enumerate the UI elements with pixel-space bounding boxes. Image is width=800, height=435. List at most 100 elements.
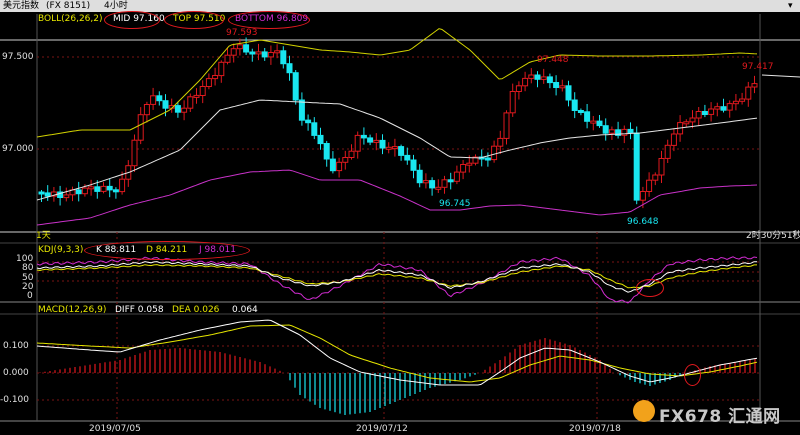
candle-up [143, 104, 150, 116]
candle-up [131, 139, 138, 167]
kdj-title: KDJ(9,3,3) [38, 245, 84, 255]
candle-up [119, 178, 126, 193]
candle-up [199, 86, 206, 96]
candle-down [317, 134, 324, 145]
candle-down [162, 100, 169, 109]
candle-down [243, 44, 250, 53]
candle-down [329, 158, 336, 172]
candle-down [323, 143, 330, 160]
candle-up [453, 171, 460, 182]
highlight-ring-kdj [84, 241, 250, 260]
candle-down [584, 111, 591, 122]
candle-up [683, 121, 690, 125]
watermark-logo-icon [633, 400, 655, 422]
candle-up [236, 44, 243, 50]
candle-up [751, 83, 758, 88]
boll-lines [36, 28, 800, 226]
candle-down [534, 74, 541, 80]
candle-down [75, 189, 82, 195]
price-tick-97500: 97.500 [2, 52, 34, 62]
candle-up [88, 186, 95, 190]
candle-up [621, 128, 628, 136]
candle-down [720, 106, 727, 111]
macd-dea-value: DEA 0.026 [172, 305, 220, 315]
bar-countdown: 2时30分51秒 [746, 231, 800, 241]
candle-down [305, 119, 312, 124]
price-tick-97000: 97.000 [2, 144, 34, 154]
annotation-high-2: 97.448 [537, 55, 569, 65]
candle-up [540, 76, 547, 80]
candle-down [596, 120, 603, 127]
candle-up [385, 146, 392, 150]
candle-up [342, 157, 349, 163]
candle-down [701, 111, 708, 115]
candle-down [577, 110, 584, 113]
candle-up [435, 186, 442, 190]
candle-down [404, 154, 411, 161]
candle-up [354, 134, 361, 152]
candle-down [298, 99, 305, 121]
annotation-low-1: 96.745 [439, 199, 471, 209]
candle-up [664, 144, 671, 159]
watermark-text: FX678 汇通网 [659, 407, 781, 427]
candle-up [100, 185, 107, 192]
candle-up [230, 48, 237, 56]
candle-down [602, 125, 609, 134]
candle-down [546, 76, 553, 84]
kdj-tick-0: 0 [27, 291, 33, 301]
kdj-tick-80: 80 [22, 263, 34, 273]
candle-down [379, 139, 386, 149]
candle-up [497, 137, 504, 147]
candle-up [708, 108, 715, 115]
candle-down [311, 122, 318, 136]
candle-up [528, 74, 535, 79]
candle-down [553, 82, 560, 88]
macd-diff-value: DIFF 0.058 [115, 305, 164, 315]
candle-down [174, 105, 181, 113]
candle-up [422, 180, 429, 184]
candle-up [726, 103, 733, 111]
candle-up [267, 52, 274, 58]
candle-up [590, 120, 597, 124]
date-label-1: 2019/07/05 [89, 424, 141, 434]
candle-up [745, 86, 752, 100]
candle-up [689, 117, 696, 123]
candle-down [156, 95, 163, 102]
candle-up [559, 85, 566, 89]
candle-up [218, 61, 225, 77]
candle-up [63, 194, 70, 199]
candle-up [460, 164, 467, 173]
last-price-marker [761, 74, 800, 78]
candle-up [274, 50, 281, 54]
chart-canvas[interactable] [0, 0, 800, 435]
boll-top-line [36, 28, 758, 138]
candle-up [187, 96, 194, 109]
candle-up [348, 150, 355, 158]
candle-up [336, 161, 343, 172]
candle-down [633, 132, 640, 201]
candle-up [515, 85, 522, 93]
candle-down [627, 128, 634, 134]
candlesticks [38, 37, 758, 209]
candle-up [608, 129, 615, 134]
candle-up [695, 111, 702, 119]
candle-up [193, 94, 200, 98]
candle-up [646, 179, 653, 192]
candle-up [466, 162, 473, 166]
candle-up [212, 75, 219, 80]
candle-up [522, 77, 529, 87]
date-label-3: 2019/07/18 [569, 424, 621, 434]
candle-down [286, 63, 293, 74]
candle-down [484, 157, 491, 161]
watermark: FX678 汇通网 [633, 398, 793, 427]
candle-down [106, 185, 113, 191]
candle-up [181, 107, 188, 113]
candle-down [447, 179, 454, 183]
highlight-ring-bottom [228, 11, 310, 29]
candle-down [38, 191, 45, 195]
candle-down [410, 159, 417, 171]
candle-down [367, 137, 374, 143]
candle-down [429, 180, 436, 189]
candle-up [714, 106, 721, 110]
candle-up [150, 95, 157, 105]
